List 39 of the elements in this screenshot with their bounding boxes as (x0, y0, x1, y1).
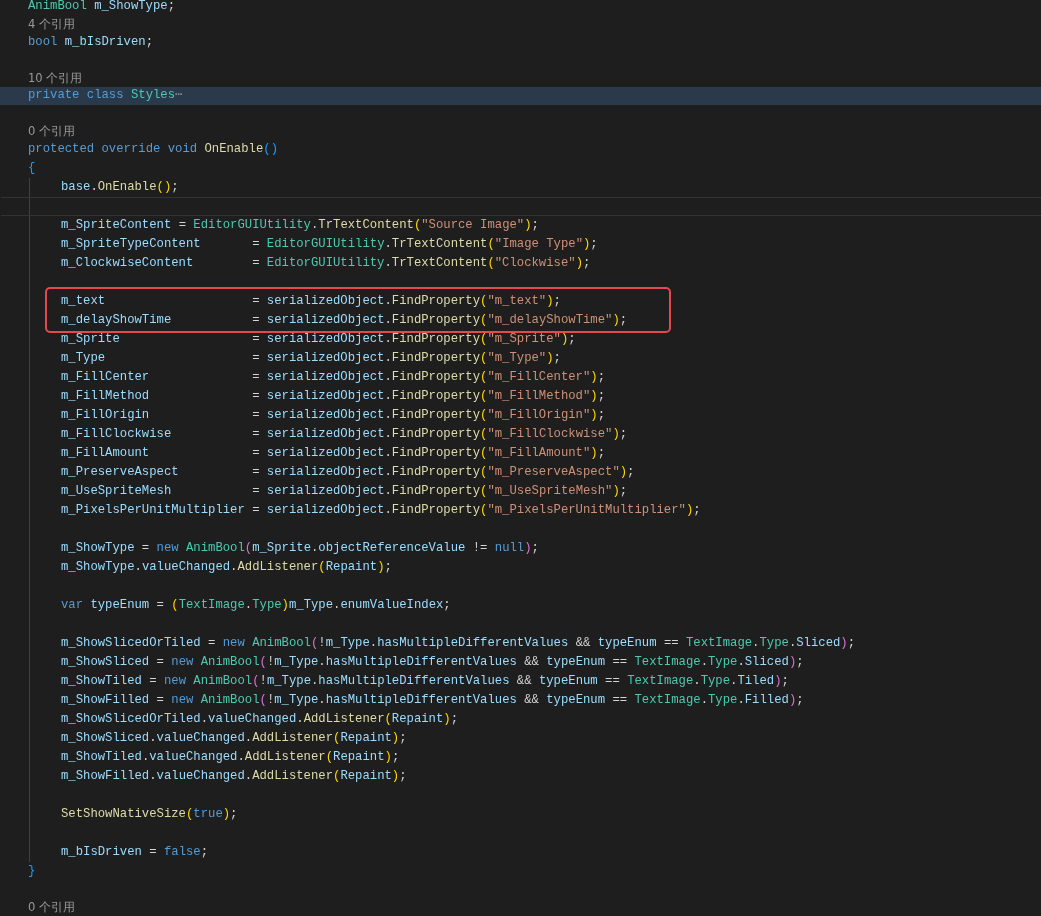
code-line: m_ShowTiled.valueChanged.AddListener(Repaint); (61, 750, 400, 764)
code-line: base.OnEnable(); (61, 180, 179, 194)
reference-count[interactable]: 4 个引用 (28, 16, 75, 31)
code-line: m_ClockwiseContent = EditorGUIUtility.TrTextContent("Clockwise"); (61, 256, 591, 270)
code-line: m_UseSpriteMesh = serializedObject.FindProperty("m_UseSpriteMesh"); (61, 484, 628, 498)
code-line: m_SpriteTypeContent = EditorGUIUtility.TrTextContent("Image Type"); (61, 237, 598, 251)
reference-count[interactable]: 0 个引用 (28, 124, 75, 139)
code-line: m_PixelsPerUnitMultiplier = serializedObject.FindProperty("m_PixelsPerUnitMultiplier"); (61, 503, 701, 517)
code-line: m_FillCenter = serializedObject.FindProperty("m_FillCenter"); (61, 370, 606, 384)
code-line: m_FillAmount = serializedObject.FindProperty("m_FillAmount"); (61, 446, 606, 460)
code-line: m_FillOrigin = serializedObject.FindProperty("m_FillOrigin"); (61, 408, 606, 422)
code-line: m_Sprite = serializedObject.FindProperty("m_Sprite"); (61, 332, 576, 346)
code-line: m_ShowSliced = new AnimBool(!m_Type.hasMultipleDifferentValues && typeEnum == TextImage.Type.Sliced); (61, 655, 804, 669)
code-line: var typeEnum = (TextImage.Type)m_Type.enumValueIndex; (61, 598, 451, 612)
code-line: m_ShowFilled.valueChanged.AddListener(Repaint); (61, 769, 407, 783)
code-line: m_PreserveAspect = serializedObject.FindProperty("m_PreserveAspect"); (61, 465, 635, 479)
reference-count[interactable]: 0 个引用 (28, 899, 75, 914)
code-line: m_ShowTiled = new AnimBool(!m_Type.hasMultipleDifferentValues && typeEnum == TextImage.Type.Tiled); (61, 674, 789, 688)
code-line: protected override void OnEnable() (28, 142, 278, 157)
code-line: m_bIsDriven = false; (61, 845, 209, 859)
code-line: SetShowNativeSize(true); (61, 807, 238, 821)
code-line: m_delayShowTime = serializedObject.FindProperty("m_delayShowTime"); (61, 313, 628, 327)
code-line: private class Styles⋯ (28, 88, 183, 103)
reference-count[interactable]: 10 个引用 (28, 70, 83, 85)
brace: { (28, 161, 36, 175)
code-line: m_FillClockwise = serializedObject.FindProperty("m_FillClockwise"); (61, 427, 628, 441)
code-line: m_ShowType.valueChanged.AddListener(Repaint); (61, 560, 392, 574)
code-line: m_ShowSlicedOrTiled.valueChanged.AddListener(Repaint); (61, 712, 459, 726)
code-line: bool m_bIsDriven; (28, 34, 153, 49)
code-line: m_Type = serializedObject.FindProperty("m_Type"); (61, 351, 561, 365)
code-line: AnimBool m_ShowType; (28, 0, 176, 13)
code-line: m_ShowFilled = new AnimBool(!m_Type.hasMultipleDifferentValues && typeEnum == TextImage.Type.Filled); (61, 693, 804, 707)
brace: } (28, 864, 36, 878)
code-line: m_SpriteContent = EditorGUIUtility.TrTextContent("Source Image"); (61, 218, 539, 232)
code-line: m_FillMethod = serializedObject.FindProperty("m_FillMethod"); (61, 389, 606, 403)
code-line: m_ShowSlicedOrTiled = new AnimBool(!m_Type.hasMultipleDifferentValues && typeEnum == TextImage.Type.Sliced); (61, 636, 856, 650)
code-line: m_ShowType = new AnimBool(m_Sprite.objectReferenceValue != null); (61, 541, 539, 555)
code-line: m_text = serializedObject.FindProperty("m_text"); (61, 294, 561, 308)
code-line: m_ShowSliced.valueChanged.AddListener(Repaint); (61, 731, 407, 745)
